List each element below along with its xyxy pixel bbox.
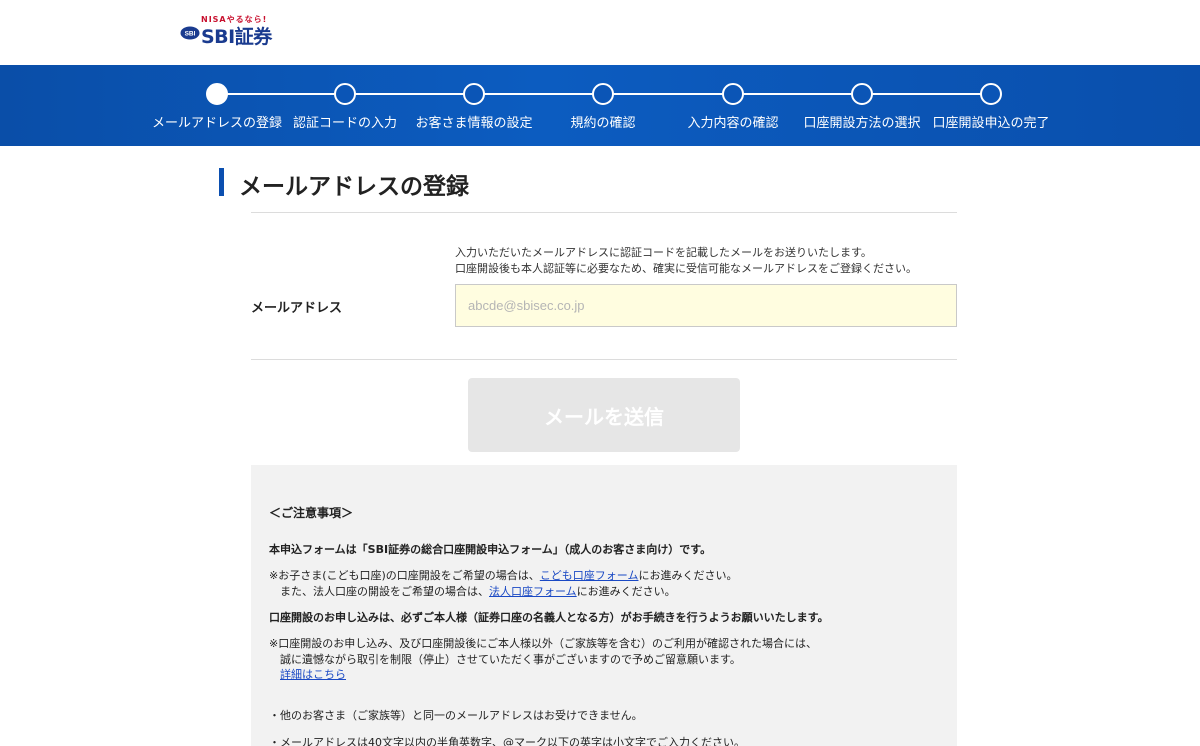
- notice-bullet-2: ・メールアドレスは40文字以内の半角英数字、@マーク以下の英字は小文字でご入力く…: [269, 736, 745, 746]
- step-6-indicator: [851, 83, 873, 105]
- details-link-row: 詳細はこちら: [280, 667, 346, 683]
- child-account-form-link[interactable]: こども口座フォーム: [540, 569, 639, 582]
- self-application-notice: 口座開設のお申し込みは、必ずご本人様（証券口座の名義人となる方）がお手続きを行う…: [269, 611, 829, 624]
- restriction-notice-line-2: 誠に遺憾ながら取引を制限（停止）させていただく事がございますので予めご留意願いま…: [280, 653, 741, 666]
- details-link[interactable]: 詳細はこちら: [280, 668, 346, 681]
- page-title: メールアドレスの登録: [239, 174, 469, 200]
- email-help-line-1: 入力いただいたメールアドレスに認証コードを記載したメールをお送りいたします。: [455, 246, 872, 259]
- child-account-notice: ※お子さま(こども口座)の口座開設をご希望の場合は、こども口座フォームにお進みく…: [269, 568, 737, 584]
- corp-notice-suffix: にお進みください。: [576, 585, 676, 598]
- step-7-indicator: [980, 83, 1002, 105]
- site-header: NISAやるなら! SBI SBI証券: [0, 0, 1200, 65]
- sbi-group-badge-icon: SBI: [180, 26, 200, 40]
- logo-text: SBI証券: [201, 26, 272, 48]
- step-3-label: お客さま情報の設定: [415, 116, 533, 131]
- step-4-label: 規約の確認: [570, 116, 636, 131]
- step-1-indicator: [206, 83, 228, 105]
- step-3-indicator: [463, 83, 485, 105]
- step-6-label: 口座開設方法の選択: [803, 116, 921, 131]
- step-5-indicator: [722, 83, 744, 105]
- send-email-button[interactable]: メールを送信: [468, 378, 740, 452]
- restriction-notice-line-1: ※口座開設のお申し込み、及び口座開設後にご本人様以外（ご家族等を含む）のご利用が…: [269, 637, 817, 650]
- step-7-label: 口座開設申込の完了: [932, 116, 1050, 131]
- title-accent-bar: [219, 168, 224, 196]
- corporate-account-notice: また、法人口座の開設をご希望の場合は、法人口座フォームにお進みください。: [280, 584, 676, 600]
- form-type-notice: 本申込フォームは「SBI証券の総合口座開設申込フォーム」（成人のお客さま向け）で…: [269, 543, 712, 556]
- form-divider: [251, 359, 957, 360]
- step-2-indicator: [334, 83, 356, 105]
- child-notice-suffix: にお進みください。: [638, 569, 738, 582]
- step-1-label: メールアドレスの登録: [151, 116, 283, 131]
- corp-notice-prefix: また、法人口座の開設をご希望の場合は、: [280, 585, 489, 598]
- email-input[interactable]: [455, 284, 957, 327]
- email-help-line-2: 口座開設後も本人認証等に必要なため、確実に受信可能なメールアドレスをご登録くださ…: [455, 262, 917, 275]
- corporate-account-form-link[interactable]: 法人口座フォーム: [489, 585, 577, 598]
- child-notice-prefix: ※お子さま(こども口座)の口座開設をご希望の場合は、: [269, 569, 540, 582]
- notice-heading: ＜ご注意事項＞: [269, 506, 354, 520]
- email-label: メールアドレス: [251, 301, 343, 316]
- svg-text:SBI: SBI: [185, 31, 196, 38]
- progress-steps: メールアドレスの登録 認証コードの入力 お客さま情報の設定 規約の確認 入力内容…: [0, 65, 1200, 146]
- step-2-label: 認証コードの入力: [292, 116, 398, 131]
- title-divider: [251, 212, 957, 213]
- notice-bullet-1: ・他のお客さま（ご家族等）と同一のメールアドレスはお受けできません。: [269, 709, 643, 722]
- step-4-indicator: [592, 83, 614, 105]
- email-help-text: 入力いただいたメールアドレスに認証コードを記載したメールをお送りいたします。 口…: [455, 245, 917, 277]
- notice-box: ＜ご注意事項＞ 本申込フォームは「SBI証券の総合口座開設申込フォーム」（成人の…: [251, 465, 957, 746]
- sbi-logo[interactable]: NISAやるなら! SBI SBI証券: [180, 14, 280, 48]
- step-5-label: 入力内容の確認: [687, 116, 779, 131]
